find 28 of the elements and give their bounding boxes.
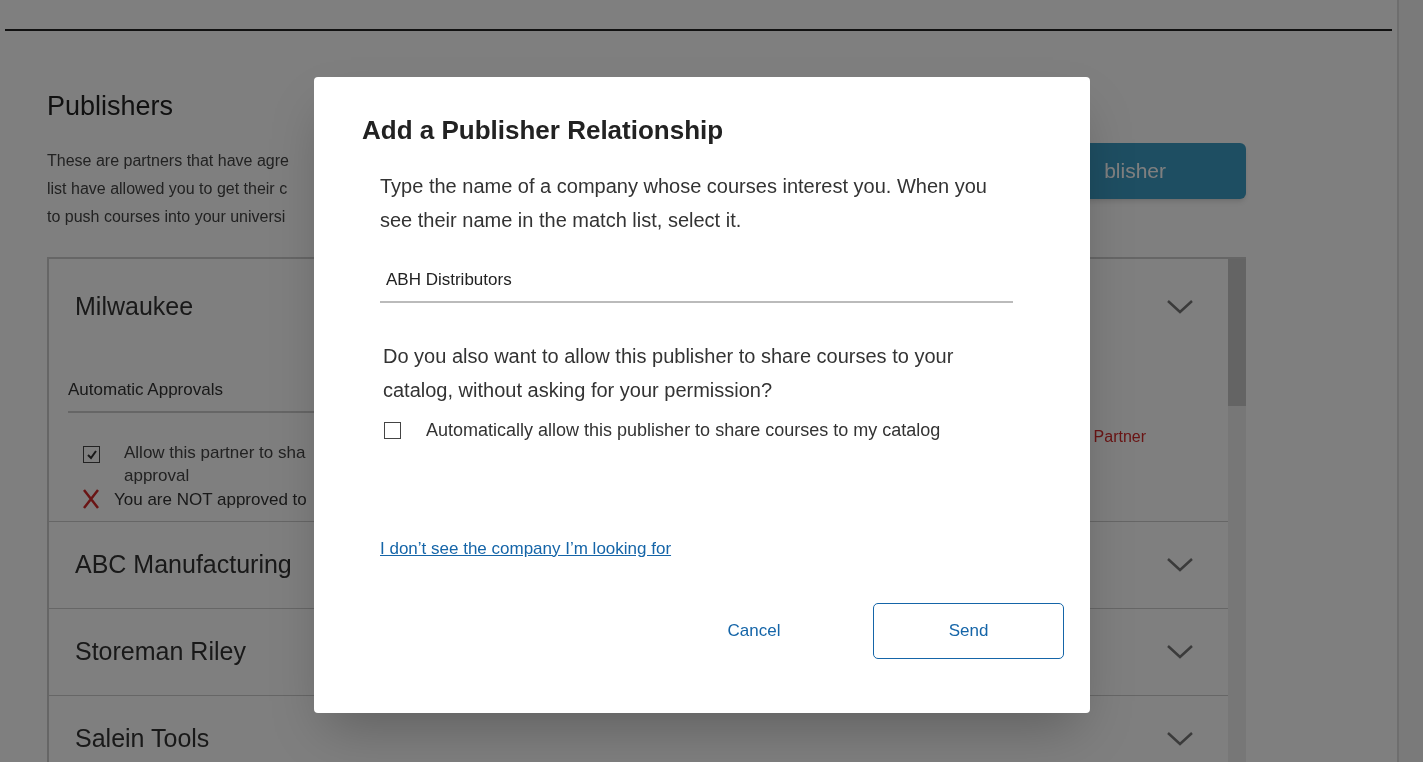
checkmark-icon [85, 448, 98, 461]
publisher-name[interactable]: Milwaukee [75, 288, 194, 326]
description-line: These are partners that have agre [47, 151, 289, 171]
missing-company-link[interactable]: I don’t see the company I’m looking for [380, 535, 672, 561]
scrollbar-thumb[interactable] [1228, 259, 1246, 406]
dialog-title: Add a Publisher Relationship [362, 114, 725, 147]
company-search-input: ABH Distributors [386, 267, 1013, 293]
option-label[interactable]: Automatically allow this publisher to share courses to my catalog [426, 416, 941, 444]
publisher-name[interactable]: ABC Manufacturing [75, 546, 292, 584]
dialog-instructions: Type the name of a company whose courses interest you. When you see their name in the match list, select it. [380, 174, 988, 233]
checkbox[interactable] [83, 446, 100, 463]
option-label: approval [124, 464, 191, 487]
checkbox[interactable] [384, 421, 401, 439]
publisher-name[interactable]: Salein Tools [75, 720, 210, 758]
status-note: Partner [1093, 427, 1147, 447]
cancel-button[interactable]: Cancel [679, 603, 829, 659]
company-search-field[interactable]: ABH Distributors [380, 267, 1013, 303]
send-button[interactable]: Send [873, 603, 1064, 659]
chevron-down-icon[interactable] [1166, 644, 1195, 660]
option-label: Allow this partner to sha [124, 441, 306, 464]
description-line: list have allowed you to get their c [47, 179, 289, 199]
page-heading: Publishers [47, 90, 175, 123]
status-message: You are NOT approved to [114, 488, 307, 511]
publisher-name[interactable]: Storeman Riley [75, 633, 246, 671]
description-line: to push courses into your universi [47, 207, 287, 227]
chevron-down-icon[interactable] [1166, 557, 1195, 573]
chevron-down-icon[interactable] [1166, 731, 1195, 747]
chevron-down-icon[interactable] [1166, 299, 1195, 315]
